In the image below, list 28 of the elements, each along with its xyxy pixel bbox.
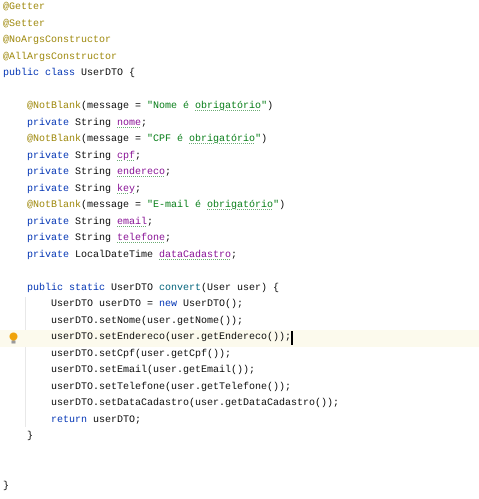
code-line: return userDTO; bbox=[51, 414, 142, 428]
code-line: private String key; bbox=[27, 182, 142, 196]
code-line: @Setter bbox=[3, 18, 46, 32]
text-cursor bbox=[291, 331, 293, 346]
code-line: private String nome; bbox=[27, 116, 148, 130]
code-line: private String telefone; bbox=[27, 232, 172, 246]
code-line: userDTO.setDataCadastro(user.getDataCadastro()); bbox=[51, 396, 340, 411]
code-line: userDTO.setEmail(user.getEmail()); bbox=[51, 364, 256, 378]
code-line: userDTO.setTelefone(user.getTelefone()); bbox=[51, 380, 292, 394]
code-line: } bbox=[3, 480, 10, 494]
code-line: private String endereco; bbox=[27, 166, 172, 180]
code-line: private String cpf; bbox=[27, 150, 142, 164]
code-line: userDTO.setEndereco(user.getEndereco()); bbox=[51, 330, 292, 345]
code-line: UserDTO userDTO = new UserDTO(); bbox=[51, 298, 244, 312]
code-line: private String email; bbox=[27, 216, 154, 230]
code-line: @Getter bbox=[3, 0, 46, 15]
code-line: public class UserDTO { bbox=[3, 66, 136, 81]
code-line: userDTO.setNome(user.getNome()); bbox=[51, 314, 244, 328]
code-line: @NotBlank(message = "E-mail é obrigatório") bbox=[27, 198, 286, 213]
code-line: } bbox=[27, 430, 34, 444]
code-line: @NotBlank(message = "CPF é obrigatório") bbox=[27, 132, 268, 147]
code-line: private LocalDateTime dataCadastro; bbox=[27, 248, 238, 262]
lightbulb-icon[interactable] bbox=[9, 332, 18, 344]
code-line: @NoArgsConstructor bbox=[3, 34, 112, 48]
code-line: @NotBlank(message = "Nome é obrigatório") bbox=[27, 100, 274, 114]
code-line: @AllArgsConstructor bbox=[3, 50, 118, 64]
code-line: userDTO.setCpf(user.getCpf()); bbox=[51, 348, 232, 362]
code-line: public static UserDTO convert(User user) { bbox=[27, 282, 280, 296]
